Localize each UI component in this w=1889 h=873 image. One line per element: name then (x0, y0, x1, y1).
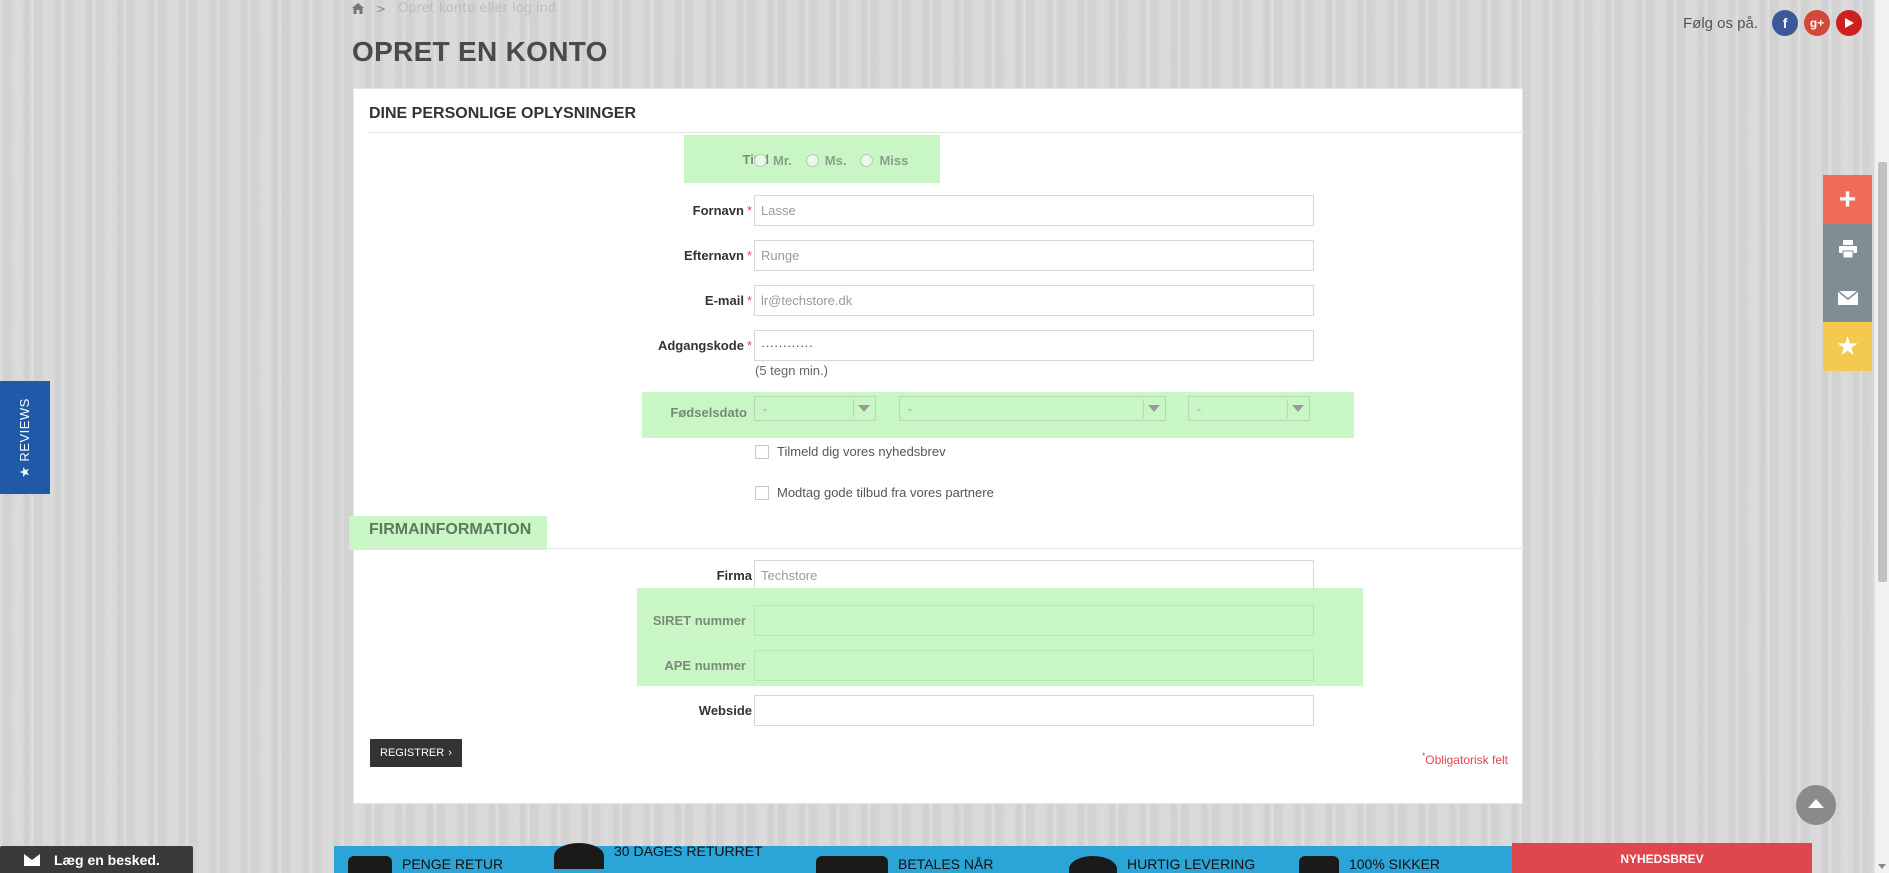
facebook-icon[interactable]: f (1772, 10, 1799, 36)
returns-icon (554, 843, 604, 869)
title-radio-group: Mr. Ms. Miss (754, 153, 908, 168)
home-icon[interactable] (352, 3, 364, 14)
reviews-tab[interactable]: ★ REVIEWS (0, 381, 50, 494)
radio-circle[interactable] (805, 154, 819, 167)
radio-mr[interactable]: Mr. (754, 153, 792, 168)
partners-checkbox[interactable] (755, 485, 769, 500)
required-note: *Obligatorisk felt (1421, 751, 1508, 767)
scrollbar[interactable] (1874, 0, 1889, 873)
feature-money-back: PENGE RETUR (348, 856, 503, 873)
account-form: DINE PERSONLIGE OPLYSNINGER Titel Mr. Ms… (349, 88, 1524, 804)
star-icon[interactable]: ★ (1823, 322, 1872, 371)
password-label: Adgangskode * (657, 338, 752, 353)
birthdate-label: Fødselsdato (670, 405, 747, 420)
newsletter-checkbox[interactable] (755, 444, 769, 459)
footer-features-band: PENGE RETUR 30 DAGES RETURRET BETALES NÅ… (334, 843, 1512, 873)
birth-year-select[interactable]: - (1188, 396, 1310, 421)
print-icon[interactable] (1823, 224, 1872, 273)
feature-secure-payment: 100% SIKKER BETALING (1299, 856, 1512, 873)
email-field[interactable]: lr@techstore.dk (754, 285, 1314, 316)
mail-icon[interactable] (1823, 273, 1872, 322)
website-label: Webside (698, 703, 752, 718)
birth-month-select[interactable]: - (899, 396, 1166, 421)
section-title-personal: DINE PERSONLIGE OPLYSNINGER (369, 105, 637, 122)
lastname-label: Efternavn * (684, 248, 753, 263)
speedometer-icon (1069, 856, 1117, 873)
ape-label: APE nummer (664, 658, 746, 673)
password-hint: (5 tegn min.) (755, 363, 828, 378)
chevron-down-icon[interactable] (1287, 399, 1307, 418)
lastname-field[interactable]: Runge (754, 240, 1314, 271)
feature-fast-delivery: HURTIG LEVERING (1069, 856, 1255, 873)
chevron-right-icon: › (448, 747, 452, 759)
page: > Opret konto eller log ind OPRET EN KON… (0, 0, 1889, 873)
radio-miss[interactable]: Miss (860, 153, 908, 168)
divider (369, 548, 1524, 549)
chevron-right-icon: > (376, 1, 387, 16)
feature-pay-later: BETALES NÅR (816, 856, 993, 873)
page-title: OPRET EN KONTO (352, 36, 608, 67)
siret-label: SIRET nummer (652, 613, 746, 628)
chat-bar[interactable]: Læg en besked. (0, 846, 193, 873)
newsletter-checkbox-row[interactable]: Tilmeld dig vores nyhedsbrev (755, 444, 946, 459)
youtube-icon[interactable] (1836, 10, 1863, 36)
siret-field[interactable] (754, 605, 1314, 636)
google-plus-icon[interactable]: g+ (1804, 10, 1831, 36)
share-stack: + ★ (1823, 175, 1872, 371)
register-button[interactable]: REGISTRER › (370, 739, 462, 767)
shield-icon (1299, 856, 1339, 873)
newsletter-tab[interactable]: NYHEDSBREV (1512, 843, 1812, 873)
website-field[interactable] (754, 695, 1314, 726)
chevron-down-icon[interactable] (853, 399, 873, 418)
firstname-label: Fornavn * (692, 203, 752, 218)
chevron-down-icon[interactable] (1143, 399, 1163, 418)
email-label: E-mail * (704, 293, 752, 308)
section-title-company: FIRMAINFORMATION (369, 521, 532, 538)
radio-ms[interactable]: Ms. (805, 153, 846, 168)
envelope-icon (24, 853, 40, 866)
scroll-down-icon[interactable] (1878, 864, 1886, 869)
back-to-top-button[interactable] (1796, 785, 1836, 825)
money-back-icon (348, 856, 392, 873)
breadcrumb-current: Opret konto eller log ind (398, 1, 557, 16)
credit-card-icon (816, 856, 888, 873)
radio-circle[interactable] (860, 154, 874, 167)
birth-day-select[interactable]: - (754, 396, 876, 421)
feature-returns: 30 DAGES RETURRET (554, 843, 763, 869)
partners-checkbox-row[interactable]: Modtag gode tilbud fra vores partnere (755, 485, 994, 500)
password-field[interactable]: ············ (754, 330, 1314, 361)
follow-label: Følg os på. (1683, 14, 1759, 32)
breadcrumb: > Opret konto eller log ind (352, 1, 556, 16)
follow-us: Følg os på. f g+ (1683, 10, 1863, 36)
radio-circle[interactable] (754, 154, 767, 167)
firstname-field[interactable]: Lasse (754, 195, 1314, 226)
ape-field[interactable] (754, 650, 1314, 681)
divider (369, 132, 1524, 133)
company-field[interactable]: Techstore (754, 560, 1314, 591)
scrollbar-thumb[interactable] (1878, 162, 1887, 582)
plus-icon[interactable]: + (1823, 175, 1872, 224)
company-label: Firma (716, 568, 752, 583)
